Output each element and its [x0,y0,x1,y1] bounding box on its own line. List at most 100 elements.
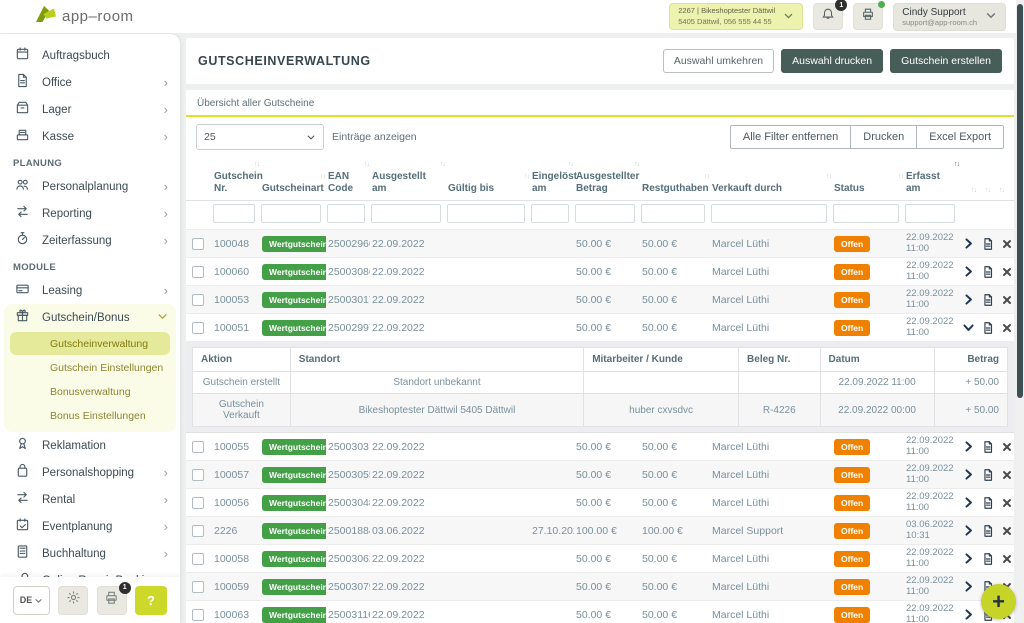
sidebar-item-personalshopping[interactable]: Personalshopping› [0,459,180,486]
sort-icon[interactable]: ↑↓ [634,161,639,169]
expand-icon[interactable] [962,265,975,278]
row-checkbox[interactable] [192,238,204,250]
expand-icon[interactable] [962,440,975,453]
sort-icon[interactable]: ↑↓ [999,187,1004,195]
help-button[interactable]: ? [135,586,167,615]
sidebar-item-rental[interactable]: Rental› [0,486,180,513]
user-menu[interactable]: Cindy Support support@app-room.ch [893,3,1006,31]
sort-icon[interactable]: ↑↓ [364,161,369,169]
expand-icon[interactable] [962,496,975,509]
sidebar-item-bonus-einstellungen[interactable]: Bonus Einstellungen [10,404,170,427]
excel-export-button[interactable]: Excel Export [916,125,1004,149]
page-length-select[interactable]: 25 [196,124,324,150]
print-status-button[interactable] [853,3,883,30]
sidebar-item-reporting[interactable]: Reporting› [0,200,180,227]
delete-icon[interactable] [1001,266,1013,278]
filter-input-erfasst[interactable] [905,204,955,223]
row-checkbox[interactable] [192,441,204,453]
row-checkbox[interactable] [192,609,204,621]
row-checkbox[interactable] [192,581,204,593]
document-icon[interactable] [981,321,995,335]
expand-icon[interactable] [962,237,975,250]
row-checkbox[interactable] [192,553,204,565]
sort-icon[interactable]: ↑↓ [568,161,573,169]
filter-input-betrag[interactable] [575,204,635,223]
sort-icon[interactable]: ↑↓ [704,173,709,181]
sidebar-item-personalplanung[interactable]: Personalplanung› [0,173,180,200]
sidebar-item-leasing[interactable]: Leasing› [0,277,180,304]
sidebar-item-office[interactable]: Office› [0,69,180,96]
filter-input-ean[interactable] [327,204,365,223]
expand-icon[interactable] [962,524,975,537]
row-checkbox[interactable] [192,322,204,334]
scrollbar-thumb[interactable] [1017,4,1023,398]
sort-icon[interactable]: ↑↓ [971,187,976,195]
print-selection-button[interactable]: Auswahl drucken [781,49,883,73]
filter-input-eingeloest[interactable] [531,204,569,223]
sidebar-item-reklamation[interactable]: Reklamation [0,432,180,459]
row-checkbox[interactable] [192,469,204,481]
sidebar-item-lager[interactable]: Lager› [0,96,180,123]
delete-icon[interactable] [1001,238,1013,250]
row-checkbox[interactable] [192,497,204,509]
add-voucher-fab[interactable]: + [981,584,1016,619]
sidebar-item-gutschein-bonus[interactable]: Gutschein/Bonus [4,304,176,331]
settings-button[interactable] [58,586,88,615]
document-icon[interactable] [981,524,995,538]
document-icon[interactable] [981,552,995,566]
language-select[interactable]: DE [13,586,50,615]
row-checkbox[interactable] [192,266,204,278]
sort-icon[interactable]: ↑↓ [954,161,959,169]
filter-input-art[interactable] [261,204,321,223]
filter-input-rest[interactable] [641,204,705,223]
delete-icon[interactable] [1001,525,1013,537]
sort-icon[interactable]: ↑↓ [826,173,831,181]
clear-filters-button[interactable]: Alle Filter entfernen [730,125,851,149]
sidebar-item-kasse[interactable]: Kasse› [0,123,180,150]
sidebar-item-auftragsbuch[interactable]: Auftragsbuch [0,42,180,69]
sort-icon[interactable]: ↑↓ [320,173,325,181]
expand-icon[interactable] [962,552,975,565]
filter-input-gueltig[interactable] [447,204,525,223]
sort-icon[interactable]: ↑↓ [524,173,529,181]
filter-input-nr[interactable] [213,204,255,223]
create-voucher-button[interactable]: Gutschein erstellen [890,49,1002,73]
delete-icon[interactable] [1001,322,1013,334]
delete-icon[interactable] [1001,294,1013,306]
notifications-button[interactable]: 1 [813,3,843,30]
sort-icon[interactable]: ↑↓ [254,161,259,169]
delete-icon[interactable] [1001,441,1013,453]
document-icon[interactable] [981,293,995,307]
tab-all-vouchers[interactable]: Übersicht aller Gutscheine [197,98,314,109]
sidebar-item-bonusverwaltung[interactable]: Bonusverwaltung [10,380,170,403]
document-icon[interactable] [981,265,995,279]
shop-selector[interactable]: 2267 | Bikeshoptester Dättwil 5405 Dättw… [669,3,803,30]
print-queue-button[interactable]: 1 [97,586,127,615]
row-checkbox[interactable] [192,294,204,306]
document-icon[interactable] [981,237,995,251]
expand-icon[interactable] [962,580,975,593]
page-scrollbar[interactable] [1016,0,1024,623]
expand-icon[interactable] [962,608,975,621]
print-table-button[interactable]: Drucken [850,125,917,149]
sidebar-item-buchhaltung[interactable]: Buchhaltung› [0,540,180,567]
delete-icon[interactable] [1001,469,1013,481]
document-icon[interactable] [981,440,995,454]
sort-icon[interactable]: ↑↓ [985,187,990,195]
filter-input-ausgestellt[interactable] [371,204,441,223]
sidebar-item-zeiterfassung[interactable]: Zeiterfassung› [0,227,180,254]
collapse-icon[interactable] [962,321,975,334]
filter-input-status[interactable] [833,204,899,223]
delete-icon[interactable] [1001,497,1013,509]
invert-selection-button[interactable]: Auswahl umkehren [663,49,774,73]
filter-input-verkauft[interactable] [711,204,827,223]
sort-icon[interactable]: ↑↓ [440,161,445,169]
sidebar-item-eventplanung[interactable]: Eventplanung› [0,513,180,540]
row-checkbox[interactable] [192,525,204,537]
document-icon[interactable] [981,496,995,510]
delete-icon[interactable] [1001,553,1013,565]
sidebar-item-gutschein-einstellungen[interactable]: Gutschein Einstellungen [10,356,170,379]
expand-icon[interactable] [962,293,975,306]
expand-icon[interactable] [962,468,975,481]
sidebar-item-gutscheinverwaltung[interactable]: Gutscheinverwaltung [10,332,170,355]
